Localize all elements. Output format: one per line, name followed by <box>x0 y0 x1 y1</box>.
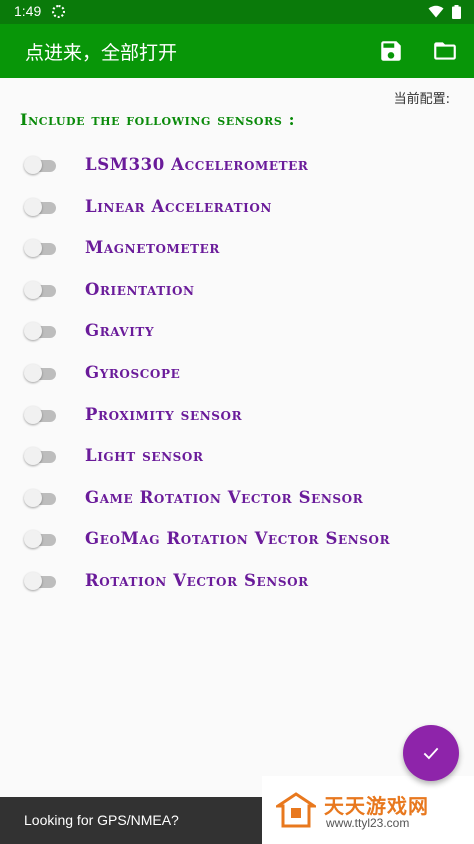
sensor-label: Rotation Vector Sensor <box>85 570 309 590</box>
sensor-row-gravity[interactable]: Gravity <box>0 311 474 353</box>
sensor-toggle[interactable] <box>24 447 56 466</box>
sensor-label: Light sensor <box>85 446 204 466</box>
sensor-row-gyroscope[interactable]: Gyroscope <box>0 353 474 395</box>
sensor-toggle[interactable] <box>24 363 56 382</box>
sensor-label: Orientation <box>85 279 195 299</box>
sensor-row-proximity[interactable]: Proximity sensor <box>0 395 474 437</box>
check-icon <box>423 747 439 760</box>
sensor-row-accelerometer[interactable]: LSM330 Accelerometer <box>0 145 474 187</box>
sensor-row-game-rotation-vector[interactable]: Game Rotation Vector Sensor <box>0 478 474 520</box>
toggle-thumb <box>24 571 42 590</box>
sensor-label: Proximity sensor <box>85 404 243 424</box>
sensor-label: Game Rotation Vector Sensor <box>85 487 364 507</box>
sensor-row-linear-acceleration[interactable]: Linear Acceleration <box>0 187 474 229</box>
sensor-row-rotation-vector[interactable]: Rotation Vector Sensor <box>0 561 474 603</box>
status-bar: 1:49 <box>0 0 474 24</box>
sensor-row-light[interactable]: Light sensor <box>0 436 474 478</box>
current-config-label: 当前配置: <box>393 92 450 107</box>
toggle-thumb <box>24 405 42 424</box>
toggle-thumb <box>24 197 42 216</box>
sensor-list: LSM330 Accelerometer Linear Acceleration… <box>0 145 474 603</box>
status-time: 1:49 <box>14 3 42 19</box>
toggle-thumb <box>24 363 42 382</box>
toggle-thumb <box>24 488 42 507</box>
sensor-toggle[interactable] <box>24 488 56 507</box>
watermark-logo-icon <box>276 792 316 828</box>
sensor-toggle[interactable] <box>24 156 56 174</box>
sensor-row-magnetometer[interactable]: Magnetometer <box>0 228 474 270</box>
sensor-toggle[interactable] <box>24 571 56 590</box>
watermark-url: www.ttyl23.com <box>326 816 410 830</box>
sync-icon <box>52 5 65 18</box>
battery-icon <box>452 5 461 19</box>
sensor-toggle[interactable] <box>24 239 56 258</box>
app-bar: 点进来，全部打开 <box>0 24 474 78</box>
watermark: 天天游戏网 www.ttyl23.com <box>262 776 474 844</box>
sensor-label: Magnetometer <box>85 238 220 258</box>
sensor-label: LSM330 Accelerometer <box>85 155 309 174</box>
sensor-toggle[interactable] <box>24 322 56 341</box>
sensor-label: Gravity <box>85 321 155 341</box>
wifi-icon <box>428 5 444 18</box>
confirm-fab[interactable] <box>403 725 459 781</box>
save-button[interactable] <box>376 36 406 66</box>
folder-icon <box>434 42 456 60</box>
sensor-toggle[interactable] <box>24 530 56 549</box>
snackbar-message: Looking for GPS/NMEA? <box>24 812 179 828</box>
sensor-row-orientation[interactable]: Orientation <box>0 270 474 312</box>
sensor-row-geomag-rotation-vector[interactable]: GeoMag Rotation Vector Sensor <box>0 519 474 561</box>
app-title: 点进来，全部打开 <box>25 42 178 64</box>
sensor-label: GeoMag Rotation Vector Sensor <box>85 529 391 549</box>
sensor-label: Linear Acceleration <box>85 196 272 216</box>
sensor-toggle[interactable] <box>24 197 56 216</box>
sensors-heading: Include the following sensors : <box>20 110 296 129</box>
watermark-brand: 天天游戏网 <box>324 794 429 818</box>
sensor-label: Gyroscope <box>85 362 181 382</box>
sensor-toggle[interactable] <box>24 280 56 299</box>
toggle-thumb <box>24 280 42 299</box>
open-folder-button[interactable] <box>430 36 460 66</box>
toggle-thumb <box>24 156 42 174</box>
save-icon <box>381 41 401 61</box>
sensor-toggle[interactable] <box>24 405 56 424</box>
